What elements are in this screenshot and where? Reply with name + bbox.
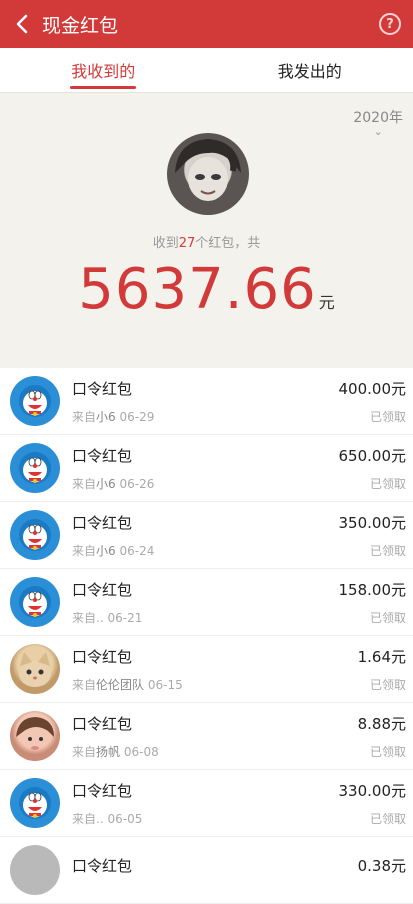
help-button[interactable]: ? <box>379 13 401 35</box>
item-date: 06-15 <box>148 678 183 692</box>
sender-avatar <box>10 845 60 895</box>
item-right: 1.64元已领取 <box>358 646 406 693</box>
help-icon: ? <box>386 17 394 32</box>
item-amount: 1.64元 <box>358 646 406 667</box>
sender-avatar <box>10 376 60 426</box>
summary-panel: 2020年 ⌄ 收到27个红包，共 5637.66元 <box>0 93 413 368</box>
item-amount: 650.00元 <box>339 445 407 466</box>
list-item[interactable]: 口令红包 0.38元 <box>0 837 413 904</box>
list-item[interactable]: 口令红包来自.. 06-05330.00元已领取 <box>0 770 413 837</box>
item-amount: 158.00元 <box>339 579 407 600</box>
tab-received[interactable]: 我收到的 <box>0 48 207 92</box>
list-item[interactable]: 口令红包来自小6 06-26650.00元已领取 <box>0 435 413 502</box>
from-prefix: 来自.. <box>72 611 104 625</box>
sender-name: 小6 <box>96 410 116 424</box>
avatar-illustration-icon <box>167 133 249 215</box>
received-summary: 收到27个红包，共 <box>0 232 413 251</box>
list-item[interactable]: 口令红包来自.. 06-21158.00元已领取 <box>0 569 413 636</box>
item-right: 400.00元已领取 <box>339 378 407 425</box>
tab-sent[interactable]: 我发出的 <box>207 48 413 92</box>
received-prefix: 收到 <box>153 236 179 251</box>
received-count: 27 <box>179 236 196 251</box>
from-prefix: 来自 <box>72 745 96 759</box>
page-title: 现金红包 <box>42 11 118 38</box>
year-label: 2020年 <box>353 110 403 126</box>
list-item[interactable]: 口令红包来自扬帆 06-088.88元已领取 <box>0 703 413 770</box>
from-prefix: 来自 <box>72 544 96 558</box>
item-status: 已领取 <box>339 810 407 827</box>
sender-name: 扬帆 <box>96 745 120 759</box>
sender-name: 小6 <box>96 477 116 491</box>
item-date: 06-08 <box>124 745 159 759</box>
item-amount: 350.00元 <box>339 512 407 533</box>
chevron-down-icon: ⌄ <box>353 127 403 137</box>
item-right: 8.88元已领取 <box>358 713 406 760</box>
sender-avatar <box>10 778 60 828</box>
red-packet-list: 口令红包来自小6 06-29400.00元已领取口令红包来自小6 06-2665… <box>0 368 413 904</box>
item-date: 06-24 <box>119 544 154 558</box>
sender-name: 伦伦团队 <box>96 678 144 692</box>
item-right: 350.00元已领取 <box>339 512 407 559</box>
from-prefix: 来自.. <box>72 812 104 826</box>
from-prefix: 来自 <box>72 410 96 424</box>
from-prefix: 来自 <box>72 477 96 491</box>
item-right: 0.38元 <box>358 855 406 885</box>
item-date: 06-05 <box>107 812 142 826</box>
user-avatar <box>167 133 249 215</box>
item-amount: 330.00元 <box>339 780 407 801</box>
sender-avatar <box>10 577 60 627</box>
total-amount-line: 5637.66元 <box>0 257 413 322</box>
item-date: 06-21 <box>107 611 142 625</box>
item-right: 650.00元已领取 <box>339 445 407 492</box>
item-date: 06-26 <box>119 477 154 491</box>
from-prefix: 来自 <box>72 678 96 692</box>
back-button[interactable] <box>10 12 34 36</box>
item-date: 06-29 <box>119 410 154 424</box>
list-item[interactable]: 口令红包来自小6 06-24350.00元已领取 <box>0 502 413 569</box>
item-status: 已领取 <box>358 676 406 693</box>
item-amount: 0.38元 <box>358 855 406 876</box>
item-status: 已领取 <box>339 475 407 492</box>
list-item[interactable]: 口令红包来自小6 06-29400.00元已领取 <box>0 368 413 435</box>
item-status: 已领取 <box>339 609 407 626</box>
item-status: 已领取 <box>339 542 407 559</box>
sender-name: 小6 <box>96 544 116 558</box>
sender-avatar <box>10 443 60 493</box>
sender-avatar <box>10 711 60 761</box>
chevron-left-icon <box>15 14 29 34</box>
item-amount: 400.00元 <box>339 378 407 399</box>
item-right: 158.00元已领取 <box>339 579 407 626</box>
total-amount: 5637.66 <box>78 257 317 322</box>
sender-avatar <box>10 644 60 694</box>
item-status: 已领取 <box>339 408 407 425</box>
received-suffix: 个红包，共 <box>195 236 260 251</box>
sender-avatar <box>10 510 60 560</box>
item-right: 330.00元已领取 <box>339 780 407 827</box>
item-status: 已领取 <box>358 743 406 760</box>
total-unit: 元 <box>319 293 335 312</box>
tab-bar: 我收到的 我发出的 <box>0 48 413 93</box>
item-amount: 8.88元 <box>358 713 406 734</box>
top-bar: 现金红包 ? <box>0 0 413 48</box>
year-selector[interactable]: 2020年 ⌄ <box>353 107 403 137</box>
list-item[interactable]: 口令红包来自伦伦团队 06-151.64元已领取 <box>0 636 413 703</box>
